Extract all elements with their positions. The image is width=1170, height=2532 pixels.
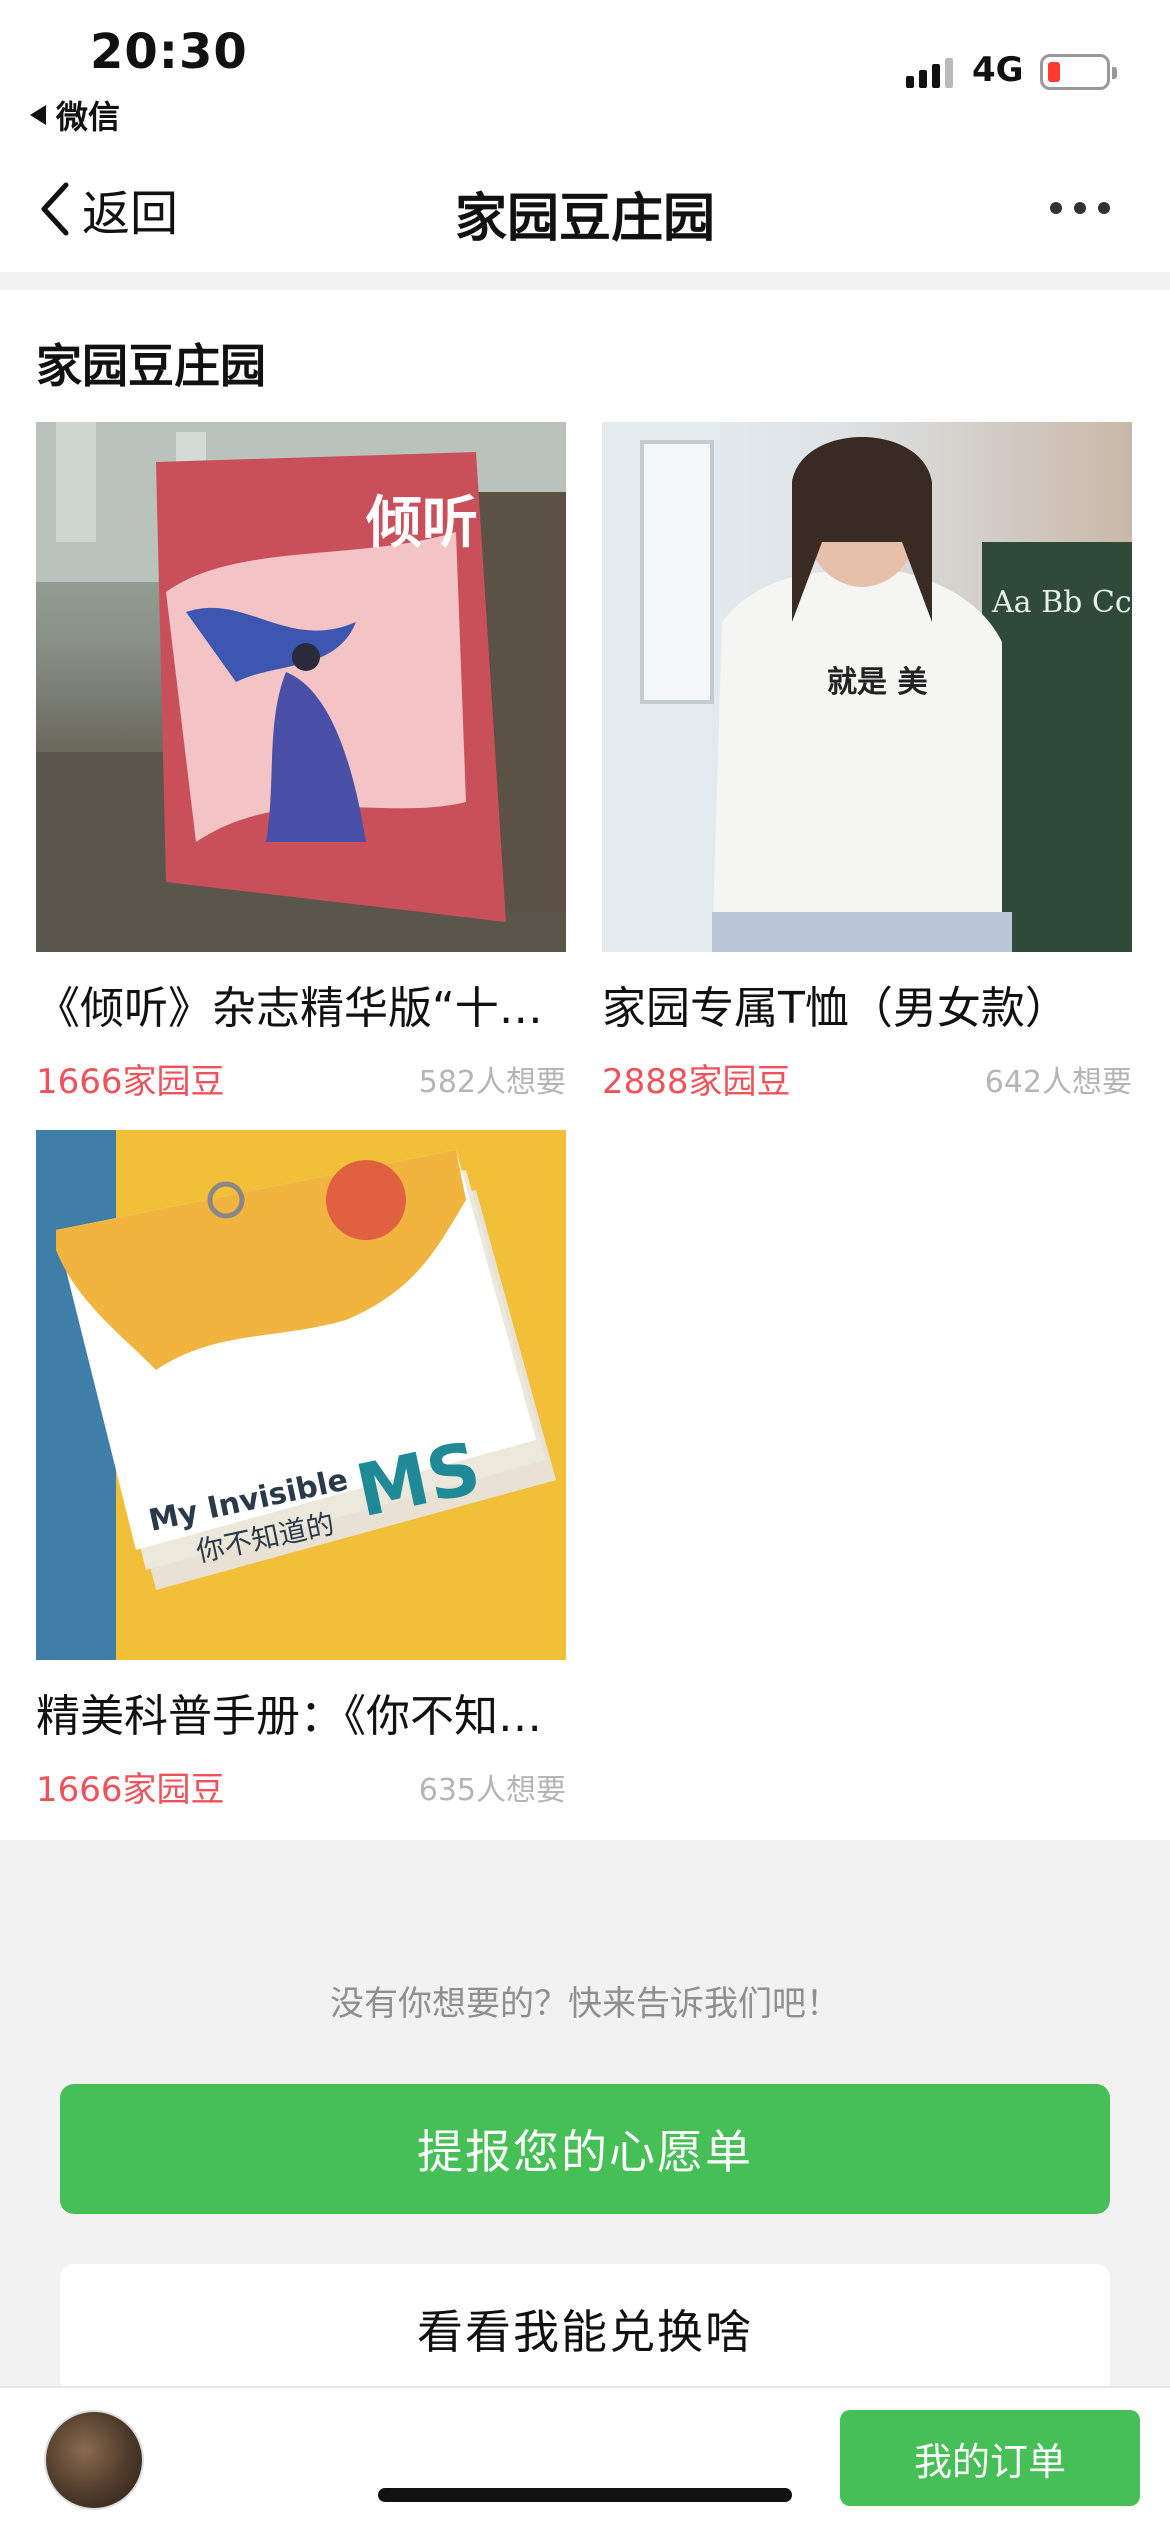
magazine-cover-title: 倾听 xyxy=(365,491,478,556)
section-title: 家园豆庄园 xyxy=(36,339,266,393)
product-name: 《倾听》杂志精华版“十年精选” xyxy=(36,983,566,1034)
home-indicator[interactable] xyxy=(378,2488,792,2502)
product-price: 1666家园豆 xyxy=(36,1062,225,1102)
product-card-magazine[interactable]: 倾听 《倾听》杂志精华版“十年精选” 1666家园豆 582人想要 xyxy=(36,422,566,1103)
nav-bar: 返回 家园豆庄园 xyxy=(0,150,1170,272)
booklet-photo: My Invisible 你不知道的 MS xyxy=(36,1130,556,1660)
screen: 20:30 微信 4G 返回 家园豆庄园 家园豆庄园 倾听 《倾听》杂志精华版“… xyxy=(0,0,1170,2532)
page-title: 家园豆庄园 xyxy=(454,189,715,249)
wishlist-hint: 没有你想要的？快来告诉我们吧！ xyxy=(330,1984,840,2024)
product-name: 家园专属T恤（男女款） xyxy=(602,983,1069,1034)
want-count: 582人想要 xyxy=(418,1064,566,1100)
submit-wishlist-button[interactable]: 提报您的心愿单 xyxy=(60,2084,1110,2214)
want-count: 635人想要 xyxy=(418,1772,566,1808)
my-orders-button[interactable]: 我的订单 xyxy=(840,2410,1140,2506)
tshirt-photo: Aa Bb Cc Ee Ff Gg Ii Jj Kk Mm Nn Oo Qq R… xyxy=(602,422,1132,952)
status-bar: 20:30 微信 4G xyxy=(0,0,1170,150)
product-section: 家园豆庄园 倾听 《倾听》杂志精华版“十年精选” xyxy=(0,290,1170,1840)
tshirt-print-text: 就是 美 xyxy=(827,665,927,700)
network-type: 4G xyxy=(972,50,1024,90)
back-app-label: 微信 xyxy=(56,98,121,136)
product-price: 1666家园豆 xyxy=(36,1770,225,1810)
more-options-icon[interactable] xyxy=(1050,202,1110,214)
bottom-bar: 我的订单 xyxy=(0,2386,1170,2532)
product-image[interactable]: 倾听 xyxy=(36,422,566,952)
want-count: 642人想要 xyxy=(984,1064,1132,1100)
product-card-tshirt[interactable]: Aa Bb Cc Ee Ff Gg Ii Jj Kk Mm Nn Oo Qq R… xyxy=(602,422,1132,1103)
avatar[interactable] xyxy=(44,2410,144,2510)
product-name: 精美科普手册：《你不知道的MS》 xyxy=(36,1691,566,1742)
product-meta: 1666家园豆 635人想要 xyxy=(36,1762,566,1811)
browse-redeemable-button[interactable]: 看看我能兑换啥 xyxy=(60,2264,1110,2394)
battery-icon xyxy=(1040,54,1117,90)
clock: 20:30 xyxy=(90,24,248,80)
product-meta: 2888家园豆 642人想要 xyxy=(602,1054,1132,1103)
back-triangle-icon xyxy=(30,105,46,125)
back-to-app-link[interactable]: 微信 xyxy=(30,92,120,138)
signal-icon xyxy=(906,58,953,88)
product-image[interactable]: My Invisible 你不知道的 MS xyxy=(36,1130,566,1660)
product-meta: 1666家园豆 582人想要 xyxy=(36,1054,566,1103)
product-image[interactable]: Aa Bb Cc Ee Ff Gg Ii Jj Kk Mm Nn Oo Qq R… xyxy=(602,422,1132,952)
product-card-booklet[interactable]: My Invisible 你不知道的 MS 精美科普手册：《你不知道的MS》 1… xyxy=(36,1130,566,1811)
chalkboard-text: Aa Bb Cc Ee Ff Gg Ii Jj Kk Mm Nn Oo Qq R… xyxy=(991,585,1132,620)
magazine-cover-image: 倾听 xyxy=(36,422,566,952)
product-price: 2888家园豆 xyxy=(602,1062,791,1102)
